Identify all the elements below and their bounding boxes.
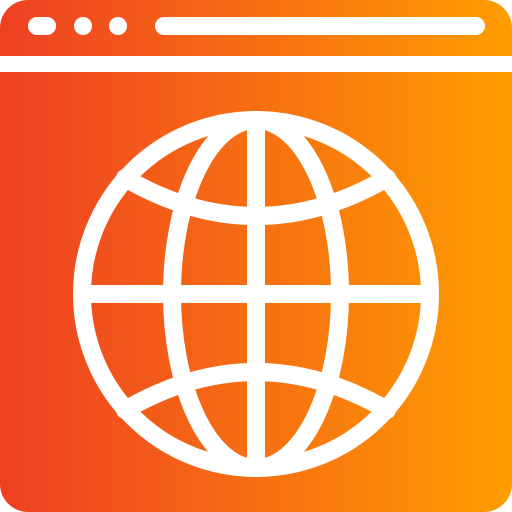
- icon-canvas: [0, 0, 512, 512]
- globe-icon: [73, 111, 439, 477]
- address-bar: [155, 17, 485, 35]
- window-control-dot-icon: [74, 17, 92, 35]
- window-controls: [28, 17, 127, 35]
- title-bar-divider: [0, 56, 512, 72]
- window-control-dot-icon: [109, 17, 127, 35]
- browser-globe-icon: [0, 0, 512, 512]
- window-control-pill-icon: [28, 17, 56, 35]
